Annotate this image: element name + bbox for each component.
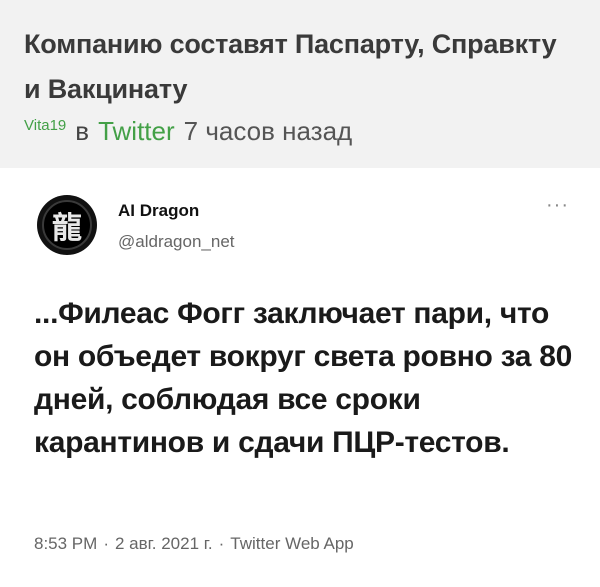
tweet-footer: 8:53 PM · 2 авг. 2021 г. · Twitter Web App — [34, 534, 354, 554]
tweet-time: 8:53 PM — [34, 534, 98, 553]
tweet-date: 2 авг. 2021 г. — [114, 534, 213, 553]
tweet-display-name[interactable]: AI Dragon — [118, 201, 199, 221]
post-in-label: в — [75, 116, 90, 146]
tweet-card: 龍 AI Dragon @aldragon_net ··· ...Филеас … — [0, 168, 600, 587]
more-horizontal-icon[interactable]: ··· — [546, 195, 569, 215]
separator: · — [218, 534, 225, 553]
separator: · — [103, 534, 109, 553]
tweet-source: Twitter Web App — [230, 534, 354, 553]
post-title[interactable]: Компанию составят Паспарту, Справкту и В… — [24, 22, 564, 112]
post-meta: Vita19 в Twitter 7 часов назад — [24, 116, 352, 147]
dragon-logo-icon: 龍 — [42, 200, 92, 250]
post-platform-link[interactable]: Twitter — [98, 116, 175, 147]
tweet-text: ...Филеас Фогг заключает пари, что он об… — [34, 297, 572, 459]
post-author[interactable]: Vita19 — [24, 117, 66, 134]
post-time-ago: 7 часов назад — [183, 116, 353, 146]
avatar[interactable]: 龍 — [37, 195, 97, 255]
tweet-handle[interactable]: @aldragon_net — [118, 232, 235, 252]
